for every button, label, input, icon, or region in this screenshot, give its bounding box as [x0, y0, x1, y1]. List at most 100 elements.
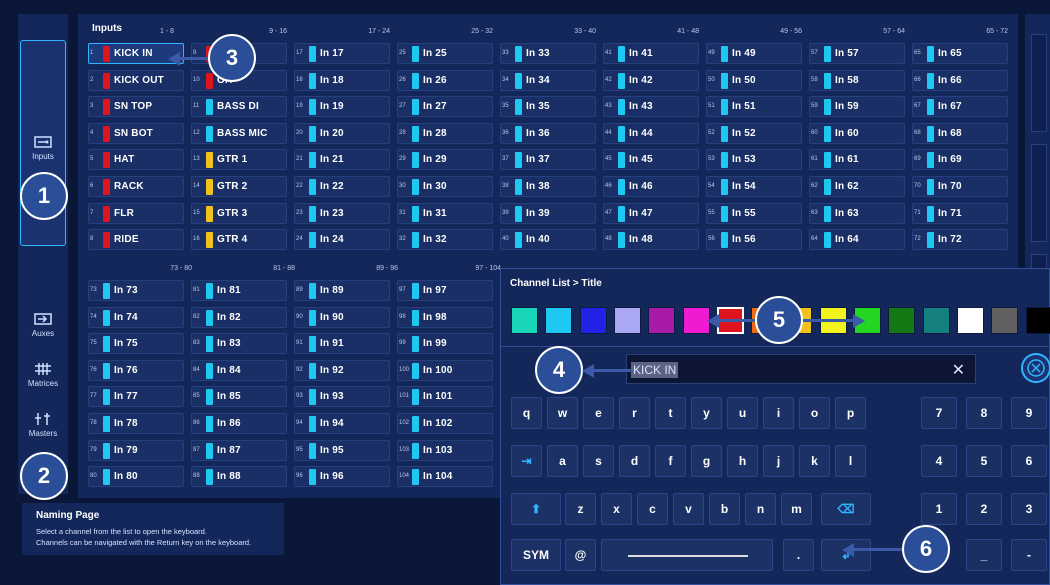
channel-cell[interactable]: 64 In 64 [809, 229, 905, 251]
key-j[interactable]: j [763, 445, 794, 477]
channel-cell[interactable]: 89 In 89 [294, 280, 390, 301]
channel-cell[interactable]: 45 In 45 [603, 149, 699, 171]
channel-cell[interactable]: 94 In 94 [294, 413, 390, 434]
key-n[interactable]: n [745, 493, 776, 525]
channel-cell[interactable]: 49 In 49 [706, 43, 802, 64]
channel-cell[interactable]: 70 In 70 [912, 176, 1008, 197]
key-r[interactable]: r [619, 397, 650, 429]
channel-cell[interactable]: 40 In 40 [500, 229, 596, 251]
channel-cell[interactable]: 84 In 84 [191, 359, 287, 381]
key-x[interactable]: x [601, 493, 632, 525]
key-y[interactable]: y [691, 397, 722, 429]
channel-cell[interactable]: 96 In 96 [294, 466, 390, 488]
channel-cell[interactable]: 12 BASS MIC [191, 122, 287, 144]
channel-cell[interactable]: 36 In 36 [500, 122, 596, 144]
channel-cell[interactable]: 15 GTR 3 [191, 202, 287, 224]
channel-cell[interactable]: 13 GTR 1 [191, 149, 287, 171]
key-e[interactable]: e [583, 397, 614, 429]
key-h[interactable]: h [727, 445, 758, 477]
channel-cell[interactable]: 54 In 54 [706, 176, 802, 197]
channel-cell[interactable]: 52 In 52 [706, 122, 802, 144]
dot-key[interactable]: . [783, 539, 814, 571]
channel-cell[interactable]: 68 In 68 [912, 122, 1008, 144]
channel-cell[interactable]: 27 In 27 [397, 96, 493, 118]
channel-cell[interactable]: 82 In 82 [191, 306, 287, 328]
channel-cell[interactable]: 31 In 31 [397, 202, 493, 224]
sidebar-item-auxes[interactable]: Auxes [20, 306, 66, 352]
channel-cell[interactable]: 88 In 88 [191, 466, 287, 488]
channel-cell[interactable]: 75 In 75 [88, 333, 184, 355]
channel-cell[interactable]: 60 In 60 [809, 122, 905, 144]
channel-cell[interactable]: 47 In 47 [603, 202, 699, 224]
channel-cell[interactable]: 42 In 42 [603, 69, 699, 91]
channel-cell[interactable]: 37 In 37 [500, 149, 596, 171]
channel-cell[interactable]: 71 In 71 [912, 202, 1008, 224]
color-swatch[interactable] [579, 307, 607, 334]
color-swatch[interactable] [922, 307, 950, 334]
channel-cell[interactable]: 59 In 59 [809, 96, 905, 118]
channel-cell[interactable]: 17 In 17 [294, 43, 390, 64]
numpad-key-8[interactable]: 8 [966, 397, 1002, 429]
channel-cell[interactable]: 35 In 35 [500, 96, 596, 118]
channel-cell[interactable]: 77 In 77 [88, 386, 184, 408]
color-swatch[interactable] [648, 307, 676, 334]
channel-cell[interactable]: 20 In 20 [294, 122, 390, 144]
key-t[interactable]: t [655, 397, 686, 429]
channel-cell[interactable]: 56 In 56 [706, 229, 802, 251]
key-w[interactable]: w [547, 397, 578, 429]
channel-cell[interactable]: 74 In 74 [88, 306, 184, 328]
key-m[interactable]: m [781, 493, 812, 525]
channel-cell[interactable]: 25 In 25 [397, 43, 493, 64]
channel-cell[interactable]: 24 In 24 [294, 229, 390, 251]
key-f[interactable]: f [655, 445, 686, 477]
channel-cell[interactable]: 30 In 30 [397, 176, 493, 197]
key-i[interactable]: i [763, 397, 794, 429]
key-u[interactable]: u [727, 397, 758, 429]
channel-cell[interactable]: 67 In 67 [912, 96, 1008, 118]
channel-cell[interactable]: 8 RIDE [88, 229, 184, 251]
channel-cell[interactable]: 18 In 18 [294, 69, 390, 91]
key-k[interactable]: k [799, 445, 830, 477]
channel-cell[interactable]: 29 In 29 [397, 149, 493, 171]
channel-cell[interactable]: 92 In 92 [294, 359, 390, 381]
channel-cell[interactable]: 22 In 22 [294, 176, 390, 197]
channel-cell[interactable]: 76 In 76 [88, 359, 184, 381]
channel-cell[interactable]: 44 In 44 [603, 122, 699, 144]
channel-cell[interactable]: 33 In 33 [500, 43, 596, 64]
color-swatch[interactable] [682, 307, 710, 334]
channel-cell[interactable]: 87 In 87 [191, 439, 287, 461]
channel-cell[interactable]: 51 In 51 [706, 96, 802, 118]
tab-key[interactable]: ⇥ [511, 445, 542, 477]
channel-cell[interactable]: 46 In 46 [603, 176, 699, 197]
sym-key[interactable]: SYM [511, 539, 561, 571]
shift-key[interactable]: ⬆ [511, 493, 561, 525]
channel-cell[interactable]: 5 HAT [88, 149, 184, 171]
key-l[interactable]: l [835, 445, 866, 477]
channel-cell[interactable]: 50 In 50 [706, 69, 802, 91]
channel-cell[interactable]: 32 In 32 [397, 229, 493, 251]
channel-cell[interactable]: 43 In 43 [603, 96, 699, 118]
channel-cell[interactable]: 34 In 34 [500, 69, 596, 91]
key-g[interactable]: g [691, 445, 722, 477]
channel-cell[interactable]: 26 In 26 [397, 69, 493, 91]
sidebar-item-masters[interactable]: Masters [20, 406, 66, 452]
fader-strip[interactable] [1031, 144, 1047, 242]
channel-cell[interactable]: 73 In 73 [88, 280, 184, 301]
fader-strip[interactable] [1031, 34, 1047, 132]
channel-cell[interactable]: 2 KICK OUT [88, 69, 184, 91]
underscore-key[interactable]: _ [966, 539, 1002, 571]
channel-cell[interactable]: 85 In 85 [191, 386, 287, 408]
key-d[interactable]: d [619, 445, 650, 477]
color-swatch[interactable] [888, 307, 916, 334]
close-keyboard-button[interactable] [1021, 353, 1050, 383]
channel-cell[interactable]: 90 In 90 [294, 306, 390, 328]
channel-cell[interactable]: 81 In 81 [191, 280, 287, 301]
channel-cell[interactable]: 63 In 63 [809, 202, 905, 224]
numpad-key-6[interactable]: 6 [1011, 445, 1047, 477]
channel-cell[interactable]: 62 In 62 [809, 176, 905, 197]
channel-cell[interactable]: 6 RACK [88, 176, 184, 197]
numpad-key-4[interactable]: 4 [921, 445, 957, 477]
channel-cell[interactable]: 4 SN BOT [88, 122, 184, 144]
key-s[interactable]: s [583, 445, 614, 477]
channel-cell[interactable]: 61 In 61 [809, 149, 905, 171]
